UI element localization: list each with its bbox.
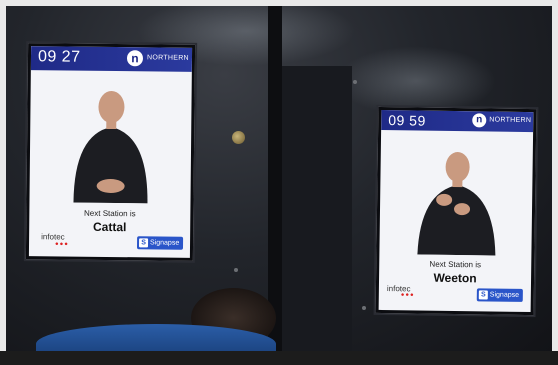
info-screen-left: 09 27 n NORTHERN Next Station is Cattal … xyxy=(25,43,196,261)
screw xyxy=(234,268,238,272)
screen-header: 09 59 n NORTHERN xyxy=(381,109,534,133)
infotec-dots: ●●● xyxy=(54,241,69,248)
panel-bolt xyxy=(232,131,245,144)
signapse-label: Signapse xyxy=(150,239,180,247)
clock-time: 09 59 xyxy=(388,112,426,129)
operator-name: NORTHERN xyxy=(146,54,189,62)
screw xyxy=(353,80,357,84)
operator-name: NORTHERN xyxy=(489,116,532,125)
signapse-badge: S Signapse xyxy=(136,236,184,250)
signapse-icon: S xyxy=(478,290,488,300)
pillar xyxy=(282,66,352,351)
infotec-logo: infotec xyxy=(41,232,65,242)
signapse-label: Signapse xyxy=(489,291,520,299)
info-screen-right: 09 59 n NORTHERN Next Station is Weeton … xyxy=(375,106,537,316)
screw xyxy=(362,306,366,310)
sign-language-interpreter xyxy=(73,91,148,204)
bottom-bar xyxy=(0,351,558,365)
signapse-badge: S Signapse xyxy=(476,288,524,302)
sign-language-interpreter xyxy=(417,152,496,256)
clock-time: 09 27 xyxy=(37,48,81,66)
northern-logo-icon: n xyxy=(126,50,144,67)
panel-divider xyxy=(268,6,282,351)
screen-header: 09 27 n NORTHERN xyxy=(30,46,193,72)
next-station-label: Next Station is xyxy=(84,208,136,219)
next-station-label: Next Station is xyxy=(429,259,482,270)
signapse-icon: S xyxy=(139,238,149,248)
infotec-dots: ●●● xyxy=(400,292,415,299)
wall-glare xyxy=(336,46,496,116)
northern-logo-icon: n xyxy=(472,113,487,128)
